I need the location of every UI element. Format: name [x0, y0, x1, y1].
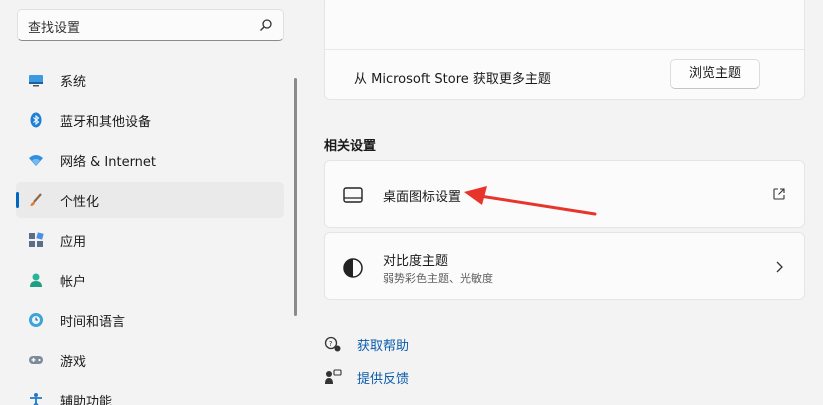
sidebar-item-personalization[interactable]: 个性化: [16, 182, 284, 218]
sidebar-item-label: 帐户: [60, 275, 87, 290]
sidebar-item-label: 应用: [60, 235, 87, 250]
sidebar-item-label: 时间和语言: [60, 315, 126, 330]
store-text: 从 Microsoft Store 获取更多主题: [354, 72, 551, 87]
get-more-themes-card: 从 Microsoft Store 获取更多主题 浏览主题: [324, 0, 805, 100]
sidebar-item-bluetooth[interactable]: 蓝牙和其他设备: [16, 102, 284, 138]
monitor-icon: [29, 75, 43, 87]
sidebar-item-time-language[interactable]: 时间和语言: [16, 302, 284, 338]
bluetooth-icon: [30, 112, 42, 128]
sidebar-item-label: 蓝牙和其他设备: [60, 115, 152, 130]
wifi-icon: [29, 155, 43, 166]
related-settings-heading: 相关设置: [324, 139, 377, 154]
card-subtitle: 弱势彩色主题、光敏度: [383, 272, 493, 285]
give-feedback-link[interactable]: 提供反馈: [357, 368, 409, 387]
search-input[interactable]: 查找设置: [28, 17, 80, 36]
clock-globe-icon: [29, 313, 43, 327]
brush-icon: [30, 193, 42, 206]
svg-text:?: ?: [329, 340, 333, 348]
search-icon[interactable]: [259, 18, 273, 32]
active-indicator: [16, 192, 19, 208]
sidebar-item-label: 系统: [60, 75, 87, 90]
get-help-link[interactable]: 获取帮助: [357, 335, 409, 354]
sidebar-item-label: 个性化: [60, 195, 100, 210]
sidebar-item-accessibility[interactable]: 辅助功能: [16, 382, 284, 405]
desktop-icon-settings-card[interactable]: 桌面图标设置: [324, 160, 805, 228]
sidebar-nav: 系统 蓝牙和其他设备 网络 & Internet 个性化 应用 帐户 时间和语言…: [16, 62, 284, 405]
card-title: 桌面图标设置: [383, 190, 462, 205]
sidebar-item-apps[interactable]: 应用: [16, 222, 284, 258]
sidebar-scrollbar[interactable]: [294, 78, 297, 316]
sidebar-item-label: 网络 & Internet: [60, 155, 157, 170]
sidebar-item-network[interactable]: 网络 & Internet: [16, 142, 284, 178]
gamepad-icon: [29, 356, 43, 364]
browse-themes-button[interactable]: 浏览主题: [670, 59, 760, 89]
sidebar-item-accounts[interactable]: 帐户: [16, 262, 284, 298]
feedback-icon: [325, 369, 342, 384]
contrast-icon: [343, 258, 363, 278]
chevron-right-icon: [776, 261, 783, 273]
contrast-themes-card[interactable]: 对比度主题 弱势彩色主题、光敏度: [324, 232, 805, 300]
sidebar-item-label: 游戏: [60, 355, 87, 370]
person-icon: [30, 273, 42, 287]
sidebar-item-system[interactable]: 系统: [16, 62, 284, 98]
sidebar-item-label: 辅助功能: [60, 395, 113, 405]
apps-icon: [29, 232, 44, 247]
desktop-icon: [343, 187, 363, 203]
open-external-icon[interactable]: [772, 187, 786, 201]
accessibility-icon: [30, 393, 42, 405]
sidebar-item-gaming[interactable]: 游戏: [16, 342, 284, 378]
card-title: 对比度主题: [383, 254, 449, 269]
help-icon: ?: [324, 336, 341, 352]
search-box[interactable]: 查找设置: [17, 9, 284, 41]
divider: [325, 49, 804, 50]
